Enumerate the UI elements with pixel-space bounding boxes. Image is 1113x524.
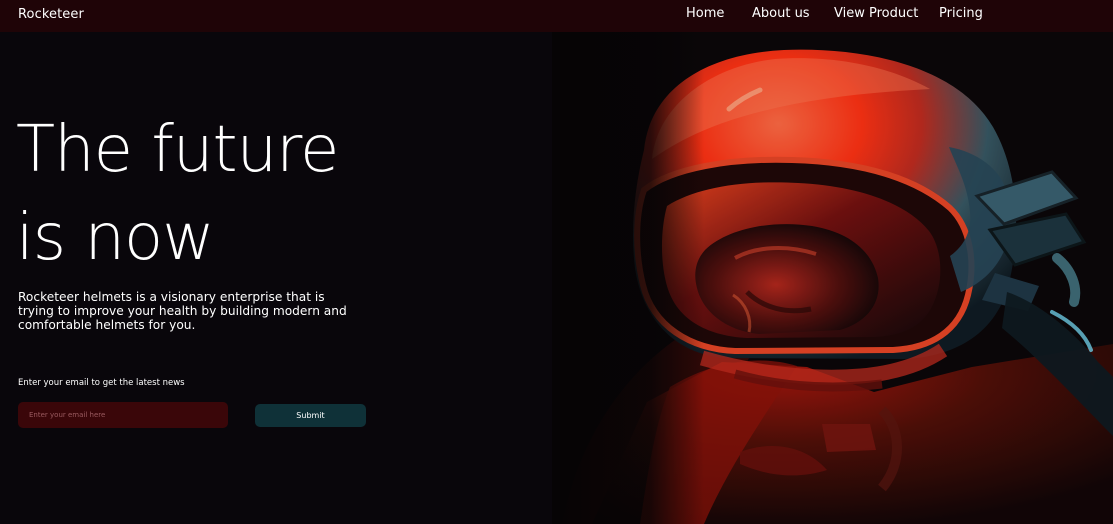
hero-description: Rocketeer helmets is a visionary enterpr… xyxy=(18,290,347,332)
email-prompt-label: Enter your email to get the latest news xyxy=(18,378,185,388)
brand-logo[interactable]: Rocketeer xyxy=(18,7,84,22)
top-navbar: Rocketeer Home About us View Product Pri… xyxy=(0,0,1113,32)
email-field[interactable] xyxy=(18,402,228,428)
nav-link-view-product[interactable]: View Product xyxy=(834,6,918,21)
nav-link-pricing[interactable]: Pricing xyxy=(939,6,983,21)
nav-link-about-us[interactable]: About us xyxy=(752,6,810,21)
landing-page: Rocketeer Home About us View Product Pri… xyxy=(0,0,1113,524)
submit-button[interactable]: Submit xyxy=(255,404,366,427)
hero-headline: The future is now xyxy=(16,106,339,282)
astronaut-helmet-photo xyxy=(552,32,1113,524)
nav-link-home[interactable]: Home xyxy=(686,6,724,21)
hero-headline-line-2: is now xyxy=(16,201,215,275)
hero-headline-line-1: The future xyxy=(16,113,339,187)
